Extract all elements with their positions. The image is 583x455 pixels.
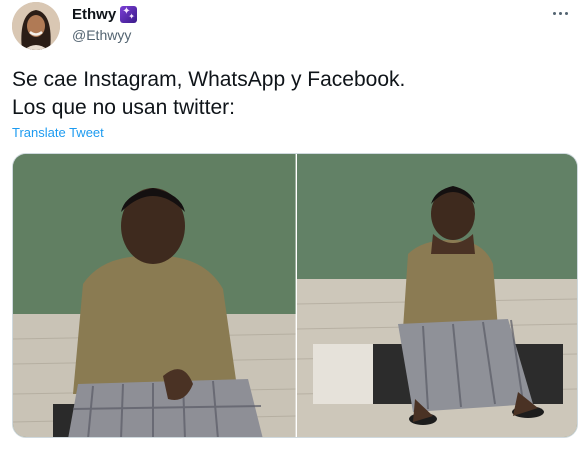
author-name-row[interactable]: Ethwy ✦ ✦ [72, 6, 138, 23]
sparkle-emoji-icon: ✦ ✦ [120, 6, 138, 23]
avatar[interactable] [12, 2, 60, 50]
meme-photo [13, 154, 577, 437]
more-options-icon[interactable] [547, 4, 573, 22]
display-name[interactable]: Ethwy [72, 6, 116, 23]
translate-tweet-link[interactable]: Translate Tweet [12, 125, 104, 140]
tweet-text-line: Se cae Instagram, WhatsApp y Facebook. [12, 68, 406, 91]
author-handle[interactable]: @Ethwyy [72, 27, 131, 43]
tweet-media[interactable] [12, 153, 578, 438]
avatar-image [12, 2, 60, 50]
tweet-text-line: Los que no usan twitter: [12, 96, 235, 119]
tweet-text: Se cae Instagram, WhatsApp y Facebook. L… [12, 66, 567, 122]
tweet: Ethwy ✦ ✦ @Ethwyy Se cae Instagram, What… [0, 0, 583, 455]
